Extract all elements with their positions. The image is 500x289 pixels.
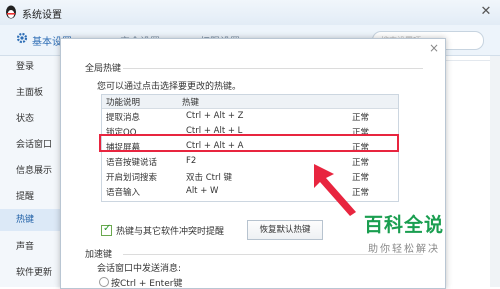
sidebar-item-main-panel[interactable]: 主面板 [0,82,60,104]
row-hotkey: Ctrl + Alt + Z [186,111,244,121]
row-hotkey: Alt + W [186,186,219,196]
ctrl-enter-radio[interactable] [99,277,109,287]
window-close-button[interactable]: ✕ [478,4,494,20]
table-row[interactable]: 提取消息 Ctrl + Alt + Z 正常 [102,110,398,124]
column-header-function: 功能说明 [106,98,141,108]
sidebar-item-info-display[interactable]: 信息展示 [0,160,60,182]
row-hotkey: 双击 Ctrl 键 [186,173,233,183]
settings-sidebar: 登录 主面板 状态 会话窗口 信息展示 提醒 热键 声音 软件更新 [0,56,61,287]
sidebar-item-status[interactable]: 状态 [0,108,60,130]
row-hotkey: F2 [186,156,197,166]
red-arrow-annotation [314,164,356,216]
row-function: 语音输入 [106,188,141,198]
column-header-hotkey: 热键 [182,98,200,108]
baike-watermark: 百科全说 助你轻松解决 [364,206,500,270]
watermark-subtitle: 助你轻松解决 [368,244,440,255]
sidebar-item-chat-window[interactable]: 会话窗口 [0,134,60,156]
row-function: 语音按键说话 [106,158,158,168]
accelerator-keys-heading: 加速键 [85,250,113,260]
row-function: 提取消息 [106,113,141,123]
table-header: 功能说明 热键 [102,95,398,109]
sidebar-item-sound[interactable]: 声音 [0,236,60,258]
sidebar-item-reminder[interactable]: 提醒 [0,186,60,208]
highlight-box [99,134,399,152]
ctrl-enter-label: 按Ctrl + Enter键 [111,279,183,289]
qq-penguin-icon [6,5,16,19]
checkmark-icon: ✓ [103,223,112,234]
hotkey-hint-text: 您可以通过点击选择要更改的热键。 [97,82,242,92]
watermark-title: 百科全说 [364,214,445,236]
sidebar-item-software-update[interactable]: 软件更新 [0,262,60,284]
global-hotkeys-heading: 全局热键 [85,64,122,74]
gear-icon [16,32,28,44]
close-icon[interactable]: × [429,41,439,55]
conflict-alert-checkbox[interactable]: ✓ [101,223,112,236]
restore-default-hotkeys-button[interactable]: 恢复默认热键 [247,220,323,240]
section-divider [123,68,423,69]
sidebar-item-login[interactable]: 登录 [0,56,60,78]
conflict-alert-label: 热键与其它软件冲突时提醒 [116,227,225,237]
send-message-label: 会话窗口中发送消息: [97,264,182,274]
row-status: 正常 [352,113,370,123]
sidebar-item-hotkeys[interactable]: 热键 [0,209,60,231]
title-bar: 系统设置 ✕ [0,0,500,26]
window-title: 系统设置 [22,10,62,21]
row-function: 开启划词搜索 [106,173,158,183]
